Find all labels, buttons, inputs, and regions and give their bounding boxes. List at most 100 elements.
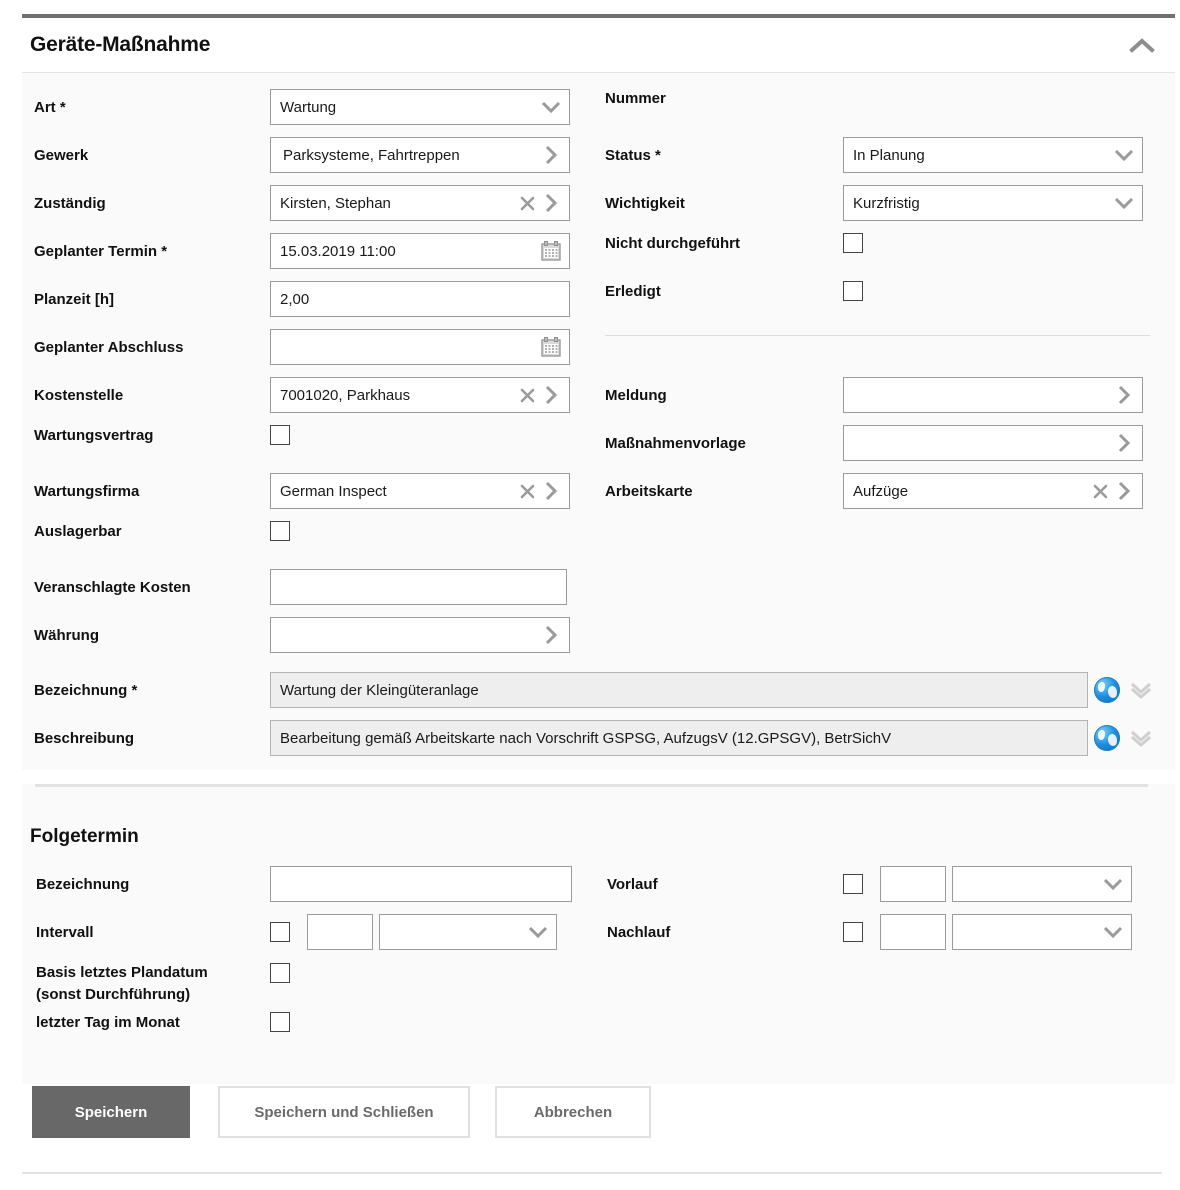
field-row-folge-bezeichnung: Bezeichnung bbox=[36, 866, 596, 902]
globe-icon[interactable] bbox=[1094, 677, 1120, 703]
art-select[interactable]: Wartung bbox=[270, 89, 570, 125]
label-erledigt: Erledigt bbox=[605, 282, 843, 301]
arbeitskarte-lookup[interactable]: Aufzüge bbox=[843, 473, 1143, 509]
veranschlagte-kosten-input[interactable] bbox=[270, 569, 567, 605]
vorlauf-number-input[interactable] bbox=[880, 866, 946, 902]
field-row-wartungsvertrag: Wartungsvertrag bbox=[34, 425, 594, 445]
vorlauf-checkbox[interactable] bbox=[843, 874, 863, 894]
save-and-close-button[interactable]: Speichern und Schließen bbox=[218, 1086, 470, 1138]
calendar-icon[interactable] bbox=[539, 236, 563, 266]
folge-bezeichnung-input[interactable] bbox=[270, 866, 572, 902]
field-row-nummer: Nummer bbox=[605, 89, 1165, 108]
clear-icon[interactable] bbox=[515, 476, 539, 506]
label-line-1: Basis letztes Plandatum bbox=[36, 962, 270, 984]
chevron-right-icon[interactable] bbox=[1112, 380, 1136, 410]
save-button[interactable]: Speichern bbox=[32, 1086, 190, 1138]
basis-letztes-plandatum-checkbox[interactable] bbox=[270, 963, 290, 983]
meldung-lookup[interactable] bbox=[843, 377, 1143, 413]
label-nicht-durchgefuehrt: Nicht durchgeführt bbox=[605, 234, 843, 253]
kostenstelle-lookup[interactable]: 7001020, Parkhaus bbox=[270, 377, 570, 413]
label-line-2: (sonst Durchführung) bbox=[36, 984, 270, 1006]
wartungsfirma-lookup[interactable]: German Inspect bbox=[270, 473, 570, 509]
arbeitskarte-value: Aufzüge bbox=[853, 483, 1088, 500]
chevron-up-icon[interactable] bbox=[1125, 32, 1159, 60]
clear-icon[interactable] bbox=[515, 380, 539, 410]
wartungsvertrag-checkbox[interactable] bbox=[270, 425, 290, 445]
chevron-right-icon[interactable] bbox=[539, 188, 563, 218]
double-chevron-down-icon[interactable] bbox=[1126, 723, 1156, 753]
zustaendig-lookup[interactable]: Kirsten, Stephan bbox=[270, 185, 570, 221]
vorlauf-unit-select[interactable] bbox=[952, 866, 1132, 902]
nachlauf-checkbox[interactable] bbox=[843, 922, 863, 942]
label-massnahmenvorlage: Maßnahmenvorlage bbox=[605, 434, 843, 453]
field-row-kostenstelle: Kostenstelle 7001020, Parkhaus bbox=[34, 377, 594, 413]
intervall-unit-select[interactable] bbox=[379, 914, 557, 950]
intervall-checkbox[interactable] bbox=[270, 922, 290, 942]
field-row-wichtigkeit: Wichtigkeit Kurzfristig bbox=[605, 185, 1165, 221]
chevron-right-icon[interactable] bbox=[539, 140, 563, 170]
label-zustaendig: Zuständig bbox=[34, 194, 270, 213]
label-planzeit: Planzeit [h] bbox=[34, 290, 270, 309]
section-divider bbox=[35, 784, 1148, 787]
field-row-vorlauf: Vorlauf bbox=[607, 866, 1177, 902]
field-row-waehrung: Währung bbox=[34, 617, 594, 653]
chevron-down-icon[interactable] bbox=[1112, 188, 1136, 218]
planzeit-input[interactable]: 2,00 bbox=[270, 281, 570, 317]
card-body: Art * Wartung Gewerk Parksysteme, Fahrtr… bbox=[22, 72, 1175, 770]
field-row-art: Art * Wartung bbox=[34, 89, 594, 125]
chevron-right-icon[interactable] bbox=[1112, 428, 1136, 458]
letzter-tag-im-monat-checkbox[interactable] bbox=[270, 1012, 290, 1032]
massnahmenvorlage-lookup[interactable] bbox=[843, 425, 1143, 461]
field-row-nicht-durchgefuehrt: Nicht durchgeführt bbox=[605, 233, 1165, 253]
chevron-right-icon[interactable] bbox=[539, 476, 563, 506]
label-kostenstelle: Kostenstelle bbox=[34, 386, 270, 405]
auslagerbar-checkbox[interactable] bbox=[270, 521, 290, 541]
wichtigkeit-select[interactable]: Kurzfristig bbox=[843, 185, 1143, 221]
field-row-planzeit: Planzeit [h] 2,00 bbox=[34, 281, 594, 317]
globe-icon[interactable] bbox=[1094, 725, 1120, 751]
field-row-status: Status * In Planung bbox=[605, 137, 1165, 173]
bezeichnung-value: Wartung der Kleingüteranlage bbox=[280, 682, 1081, 699]
planzeit-value: 2,00 bbox=[280, 291, 563, 308]
bezeichnung-input[interactable]: Wartung der Kleingüteranlage bbox=[270, 672, 1088, 708]
geplanter-termin-date[interactable]: 15.03.2019 11:00 bbox=[270, 233, 570, 269]
chevron-down-icon[interactable] bbox=[539, 92, 563, 122]
field-row-arbeitskarte: Arbeitskarte Aufzüge bbox=[605, 473, 1165, 509]
footer-divider bbox=[22, 1172, 1162, 1174]
chevron-down-icon[interactable] bbox=[526, 917, 550, 947]
intervall-number-input[interactable] bbox=[307, 914, 373, 950]
status-select[interactable]: In Planung bbox=[843, 137, 1143, 173]
field-row-geplanter-abschluss: Geplanter Abschluss bbox=[34, 329, 594, 365]
field-row-meldung: Meldung bbox=[605, 377, 1165, 413]
label-waehrung: Währung bbox=[34, 626, 270, 645]
cancel-button[interactable]: Abbrechen bbox=[495, 1086, 651, 1138]
chevron-right-icon[interactable] bbox=[539, 620, 563, 650]
chevron-right-icon[interactable] bbox=[539, 380, 563, 410]
nachlauf-unit-select[interactable] bbox=[952, 914, 1132, 950]
field-row-gewerk: Gewerk Parksysteme, Fahrtreppen bbox=[34, 137, 594, 173]
nicht-durchgefuehrt-checkbox[interactable] bbox=[843, 233, 863, 253]
chevron-down-icon[interactable] bbox=[1101, 917, 1125, 947]
erledigt-checkbox[interactable] bbox=[843, 281, 863, 301]
beschreibung-value: Bearbeitung gemäß Arbeitskarte nach Vors… bbox=[280, 730, 1081, 747]
label-auslagerbar: Auslagerbar bbox=[34, 522, 270, 541]
waehrung-lookup[interactable] bbox=[270, 617, 570, 653]
label-wartungsvertrag: Wartungsvertrag bbox=[34, 426, 270, 445]
label-beschreibung: Beschreibung bbox=[34, 729, 270, 748]
clear-icon[interactable] bbox=[515, 188, 539, 218]
beschreibung-input[interactable]: Bearbeitung gemäß Arbeitskarte nach Vors… bbox=[270, 720, 1088, 756]
chevron-down-icon[interactable] bbox=[1101, 869, 1125, 899]
clear-icon[interactable] bbox=[1088, 476, 1112, 506]
geraete-massnahme-card: Geräte-Maßnahme Art * Wartung bbox=[22, 14, 1175, 770]
chevron-right-icon[interactable] bbox=[1112, 476, 1136, 506]
field-row-geplanter-termin: Geplanter Termin * 15.03.2019 11:00 bbox=[34, 233, 594, 269]
double-chevron-down-icon[interactable] bbox=[1126, 675, 1156, 705]
chevron-down-icon[interactable] bbox=[1112, 140, 1136, 170]
geplanter-abschluss-date[interactable] bbox=[270, 329, 570, 365]
field-row-auslagerbar: Auslagerbar bbox=[34, 521, 594, 541]
nachlauf-number-input[interactable] bbox=[880, 914, 946, 950]
geplanter-termin-value: 15.03.2019 11:00 bbox=[280, 243, 539, 260]
calendar-icon[interactable] bbox=[539, 332, 563, 362]
gewerk-lookup[interactable]: Parksysteme, Fahrtreppen bbox=[270, 137, 570, 173]
wichtigkeit-value: Kurzfristig bbox=[853, 195, 1112, 212]
